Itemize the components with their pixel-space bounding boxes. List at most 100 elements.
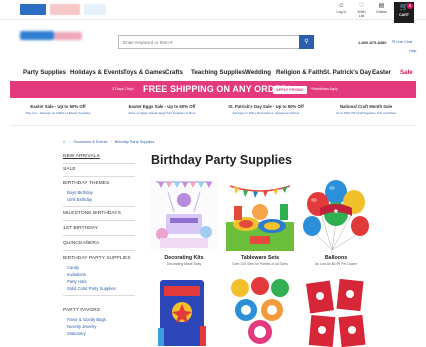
sidebar-link-favor-bags[interactable]: Favor & Goody Bags: [67, 317, 106, 322]
category-tile-tableware-sets[interactable]: Tableware Sets Over 100 Sets for Parties…: [226, 178, 294, 270]
utility-links: ☺ Log In ♡ Wish List ▤ Orders: [335, 3, 388, 18]
sidebar-birthday-party-supplies[interactable]: BIRTHDAY PARTY SUPPLIES: [63, 256, 131, 261]
banner-restrictions[interactable]: *Restrictions Apply: [311, 81, 338, 98]
nav-toys-games[interactable]: Toys & Games: [123, 66, 166, 80]
sidebar-link-invitations[interactable]: Invitations: [67, 272, 86, 277]
breadcrumb-occasions[interactable]: Occasions & Events: [73, 140, 107, 144]
nav-st-patricks-day[interactable]: St. Patrick's Day: [323, 66, 371, 80]
page-title: Birthday Party Supplies: [151, 153, 293, 167]
promo-st-patricks[interactable]: St. Patrick's Day Sale - Up to 50% Off S…: [218, 104, 314, 115]
live-chat-link[interactable]: ✉ Live Chat: [392, 39, 412, 44]
category-tile-4[interactable]: [150, 276, 218, 347]
promo-sub: Up to 50% Off Craft Supplies, Kits and M…: [335, 111, 397, 115]
breadcrumb-separator: ›: [110, 140, 112, 144]
category-tile-4-illustration: [150, 276, 218, 347]
sidebar-new-arrivals[interactable]: NEW ARRIVALS: [63, 154, 100, 159]
tableware-sets-image[interactable]: [226, 178, 294, 251]
sidebar-link-stationery[interactable]: Stationery: [67, 331, 86, 336]
tile-name[interactable]: Decorating Kits: [150, 255, 218, 261]
help-link[interactable]: Help: [409, 49, 416, 53]
wishlist-label: Wish List: [357, 10, 366, 18]
sidebar-divider: [63, 235, 135, 236]
nav-religion-faith[interactable]: Religion & Faith: [276, 66, 323, 80]
sidebar-sale[interactable]: SALE: [63, 167, 76, 172]
sidebar-link-candy[interactable]: Candy: [67, 265, 79, 270]
free-shipping-banner[interactable]: 3 Days Only! FREE SHIPPING ON ANY ORDER*…: [10, 81, 416, 98]
sidebar-link-novelty-jewelry[interactable]: Novelty Jewelry: [67, 324, 96, 329]
sidebar-link-party-hats[interactable]: Party Hats: [67, 279, 87, 284]
nav-easter[interactable]: Easter: [372, 66, 391, 80]
balloons-image[interactable]: ★: [302, 178, 370, 251]
nav-party-supplies[interactable]: Party Supplies: [23, 66, 66, 80]
banner-days-left: 3 Days Only!: [112, 87, 134, 91]
category-tile-6-illustration: [302, 276, 370, 347]
search-input[interactable]: [119, 36, 301, 48]
promo-easter-sale[interactable]: Easter Sale - Up to 60% Off Hop to it - …: [10, 104, 106, 115]
balloons-illustration: ★: [302, 178, 370, 251]
brand-tab-oriental[interactable]: [20, 4, 46, 15]
category-tile-5-image[interactable]: [226, 276, 294, 347]
promo-craft-month[interactable]: National Craft Month Sale Up to 50% Off …: [318, 104, 414, 115]
nav-crafts[interactable]: Crafts: [165, 66, 183, 80]
tile-sub: Over 100 Sets for Parties of All Sizes: [232, 262, 288, 266]
login-link[interactable]: ☺ Log In: [335, 3, 348, 18]
chat-icon: ✉: [392, 40, 396, 44]
sidebar-link-girls-birthday[interactable]: Girls Birthday: [67, 197, 92, 202]
cart-count-badge: 0: [407, 3, 413, 9]
orders-icon: ▤: [378, 3, 385, 9]
promo-title: Easter Sale - Up to 60% Off: [30, 104, 86, 109]
orders-link[interactable]: ▤ Orders: [375, 3, 388, 18]
promo-strip: Easter Sale - Up to 60% Off Hop to it - …: [10, 104, 416, 122]
heart-icon: ♡: [358, 3, 365, 9]
search-button[interactable]: ⚲: [299, 35, 314, 49]
promo-sub: Hop to it - Savings on 1000s of Easter S…: [25, 111, 91, 115]
nav-wedding[interactable]: Wedding: [245, 66, 271, 80]
tableware-sets-illustration: [226, 178, 294, 251]
sidebar-link-boys-birthday[interactable]: Boys Birthday: [67, 190, 93, 195]
breadcrumb-current: Birthday Party Supplies: [114, 140, 155, 144]
logo-part-blue: [20, 31, 54, 40]
promo-title: Easter Eggs Sale - Up to 60% Off: [128, 104, 196, 109]
sidebar-party-favors[interactable]: PARTY FAVORS: [63, 308, 100, 313]
apply-promo-button[interactable]: APPLY PROMO: [273, 86, 307, 94]
cart-label: CART: [399, 13, 409, 17]
divider: [10, 125, 416, 126]
promo-title: St. Patrick's Day Sale - Up to 50% Off: [228, 104, 304, 109]
search-bar: ⚲: [118, 35, 314, 49]
tile-name[interactable]: Tableware Sets: [226, 255, 294, 261]
search-icon: ⚲: [304, 39, 309, 45]
sidebar-link-solid-color[interactable]: Solid Color Party Supplies: [67, 286, 116, 291]
sidebar-divider: [63, 220, 135, 221]
category-tile-6-image[interactable]: [302, 276, 370, 347]
orders-label: Orders: [376, 10, 387, 14]
top-utility-bar: ☺ Log In ♡ Wish List ▤ Orders 🛒 CART 0: [0, 0, 426, 23]
category-tile-balloons[interactable]: ★ Balloons As Low As $0.99 Per Dozen: [302, 178, 370, 270]
main-nav: Party Supplies Holidays & Events Toys & …: [0, 66, 426, 80]
sidebar-birthday-themes[interactable]: BIRTHDAY THEMES: [63, 181, 109, 186]
decorating-kits-image[interactable]: [150, 178, 218, 251]
sidebar-divider: [63, 176, 135, 177]
brand-tab-fun365[interactable]: [84, 4, 106, 15]
promo-sub: Save on Eggs, Easter Egg Hunt Supplies &…: [128, 111, 196, 115]
sidebar-divider: [63, 295, 135, 296]
promo-easter-eggs[interactable]: Easter Eggs Sale - Up to 60% Off Save on…: [114, 104, 210, 115]
site-logo[interactable]: [20, 28, 82, 44]
page: ☺ Log In ♡ Wish List ▤ Orders 🛒 CART 0 ⚲: [0, 0, 426, 347]
sidebar-quinceanera[interactable]: QUINCEAÑERA: [63, 241, 99, 246]
wishlist-link[interactable]: ♡ Wish List: [355, 3, 368, 18]
category-tile-5[interactable]: [226, 276, 294, 347]
tile-name[interactable]: Balloons: [302, 255, 370, 261]
logo-part-pink: [54, 32, 82, 40]
sidebar-1st-birthday[interactable]: 1ST BIRTHDAY: [63, 226, 98, 231]
sidebar-milestone-birthdays[interactable]: MILESTONE BIRTHDAYS: [63, 211, 121, 216]
category-tile-4-image[interactable]: [150, 276, 218, 347]
cart-button[interactable]: 🛒 CART 0: [394, 2, 414, 23]
home-icon[interactable]: ⌂: [63, 139, 66, 145]
nav-sale[interactable]: Sale: [400, 66, 413, 80]
nav-teaching-supplies[interactable]: Teaching Supplies: [191, 66, 245, 80]
category-tile-decorating-kits[interactable]: Decorating Kits Decorating Made Easy: [150, 178, 218, 270]
category-tile-6[interactable]: [302, 276, 370, 347]
nav-holidays-events[interactable]: Holidays & Events: [70, 66, 124, 80]
brand-tab-mindware[interactable]: [50, 4, 80, 15]
breadcrumb: ⌂ › Occasions & Events › Birthday Party …: [63, 139, 154, 145]
